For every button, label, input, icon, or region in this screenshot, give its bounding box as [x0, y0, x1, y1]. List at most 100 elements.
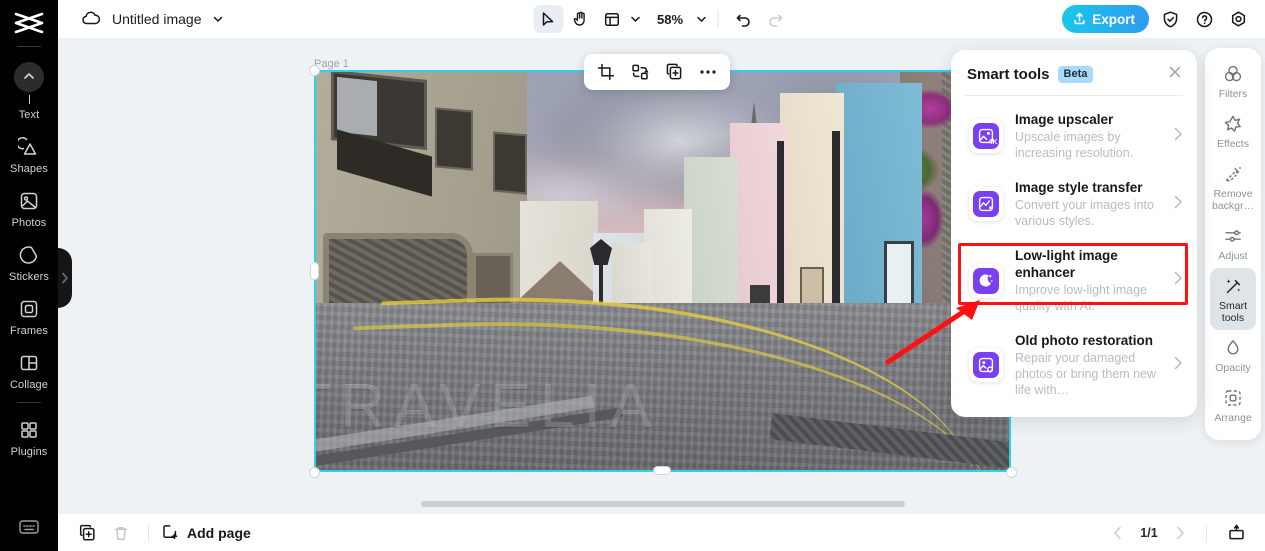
- layout-panel-icon: [597, 5, 627, 33]
- sidebar-item-photos[interactable]: Photos: [0, 182, 58, 236]
- shield-check-icon[interactable]: [1157, 6, 1183, 32]
- smart-tool-image-upscaler[interactable]: 4K Image upscaler Upscale images by incr…: [951, 102, 1197, 170]
- right-tool-opacity[interactable]: Opacity: [1210, 330, 1256, 380]
- image-watermark: TRAVELIA: [315, 372, 661, 441]
- sidebar-item-stickers[interactable]: Stickers: [0, 236, 58, 290]
- next-page-button[interactable]: [1168, 521, 1192, 545]
- undo-button[interactable]: [728, 5, 758, 33]
- right-tool-label: Remove backgr…: [1211, 188, 1254, 212]
- panel-divider: [965, 95, 1183, 96]
- sidebar-item-label: Plugins: [10, 446, 48, 458]
- resize-handle-top-left[interactable]: [309, 65, 320, 76]
- window: [435, 107, 473, 171]
- chevron-down-icon[interactable]: [212, 13, 224, 25]
- smart-tool-text: Low-light image enhancer Improve low-lig…: [1015, 247, 1161, 314]
- select-tool-button[interactable]: [532, 5, 563, 33]
- crop-button[interactable]: [590, 58, 622, 86]
- resize-handle-left[interactable]: [310, 262, 319, 280]
- topbar-tools-group: 58%: [532, 5, 790, 33]
- hand-tool-button[interactable]: [565, 5, 595, 33]
- stickers-icon: [17, 243, 41, 267]
- keyboard-shortcuts-button[interactable]: [0, 518, 58, 541]
- right-tool-label: Arrange: [1214, 412, 1252, 424]
- text-icon: [14, 62, 44, 92]
- right-tool-adjust[interactable]: Adjust: [1210, 218, 1256, 268]
- artboard[interactable]: TRAVELIA: [315, 71, 1010, 471]
- smart-tool-low-light-image-enhancer[interactable]: Low-light image enhancer Improve low-lig…: [951, 238, 1197, 323]
- bottom-divider: [148, 523, 149, 542]
- sidebar-item-label: Collage: [9, 379, 48, 391]
- duplicate-page-button[interactable]: [72, 519, 102, 547]
- horizontal-scrollbar[interactable]: [421, 501, 905, 507]
- right-tool-label: Opacity: [1215, 362, 1251, 374]
- smart-tool-image-style-transfer[interactable]: Image style transfer Convert your images…: [951, 170, 1197, 238]
- sidebar-item-label: Stickers: [9, 271, 49, 283]
- right-tool-remove-background[interactable]: Remove backgr…: [1210, 156, 1256, 218]
- right-tool-arrange[interactable]: Arrange: [1210, 380, 1256, 430]
- smart-tools-header: Smart tools Beta: [951, 50, 1197, 95]
- topbar-right-group: Export: [1062, 5, 1251, 33]
- sidebar-item-shapes[interactable]: Shapes: [0, 128, 58, 182]
- sidebar-collapse-handle[interactable]: [58, 248, 72, 308]
- right-tool-label: Filters: [1218, 88, 1248, 100]
- photo-restore-icon: [969, 348, 1003, 382]
- right-tool-label: Smart tools: [1218, 300, 1247, 324]
- flip-rotate-button[interactable]: [624, 58, 656, 86]
- settings-gear-icon[interactable]: [1225, 6, 1251, 32]
- add-page-button[interactable]: Add page: [161, 522, 251, 543]
- smart-tool-old-photo-restoration[interactable]: Old photo restoration Repair your damage…: [951, 323, 1197, 407]
- sidebar-item-text[interactable]: Text: [0, 55, 58, 128]
- redo-button[interactable]: [760, 5, 790, 33]
- smart-tool-text: Old photo restoration Repair your damage…: [1015, 332, 1161, 398]
- zoom-level-value: 58%: [656, 11, 684, 27]
- export-button[interactable]: Export: [1062, 5, 1149, 33]
- chevron-right-icon: [1173, 195, 1185, 214]
- smart-tool-text: Image style transfer Convert your images…: [1015, 179, 1161, 229]
- toolbar-divider: [717, 10, 719, 28]
- duplicate-button[interactable]: [658, 58, 690, 86]
- sidebar-item-plugins[interactable]: Plugins: [0, 411, 58, 465]
- cloud-save-icon[interactable]: [80, 8, 102, 30]
- delete-page-button[interactable]: [106, 519, 136, 547]
- right-sidebar: Filters Effects Remove backgr… Adjust Sm…: [1205, 48, 1261, 440]
- resize-handle-bottom[interactable]: [653, 466, 671, 475]
- right-tool-effects[interactable]: Effects: [1210, 106, 1256, 156]
- image-style-transfer-icon: [969, 187, 1003, 221]
- smart-tools-panel: Smart tools Beta 4K Image upscaler Upsca…: [951, 50, 1197, 417]
- zoom-control[interactable]: 58%: [653, 12, 707, 27]
- right-tool-label: Adjust: [1218, 250, 1248, 262]
- right-tool-smart-tools[interactable]: Smart tools: [1210, 268, 1256, 330]
- rail-divider-bottom: [17, 402, 41, 403]
- prev-page-button[interactable]: [1106, 521, 1130, 545]
- present-button[interactable]: [1221, 519, 1251, 547]
- resize-handle-bottom-left[interactable]: [309, 467, 320, 478]
- plugins-icon: [17, 418, 41, 442]
- chevron-down-icon[interactable]: [629, 13, 641, 25]
- right-tool-filters[interactable]: Filters: [1210, 56, 1256, 106]
- bottom-left-group: Add page: [58, 519, 251, 547]
- smart-tool-name: Image upscaler: [1015, 112, 1114, 127]
- document-title[interactable]: Untitled image: [112, 11, 202, 27]
- close-icon[interactable]: [1167, 64, 1183, 85]
- canvas-image[interactable]: TRAVELIA: [315, 71, 1010, 471]
- sidebar-item-frames[interactable]: Frames: [0, 290, 58, 344]
- resize-handle-bottom-right[interactable]: [1006, 467, 1017, 478]
- chevron-down-icon[interactable]: [695, 13, 707, 25]
- more-options-button[interactable]: [692, 58, 724, 86]
- upload-icon: [1073, 11, 1086, 28]
- topbar-left-group: Untitled image: [58, 8, 224, 30]
- bottom-right-group: 1/1: [1106, 519, 1251, 547]
- capcut-logo-icon[interactable]: [0, 4, 58, 42]
- chevron-right-icon: [1173, 271, 1185, 290]
- window: [493, 131, 527, 195]
- bottom-toolbar: Add page 1/1: [58, 513, 1265, 551]
- smart-tool-name: Old photo restoration: [1015, 333, 1153, 348]
- effects-star-icon: [1222, 113, 1244, 135]
- photos-icon: [17, 189, 41, 213]
- shapes-icon: [17, 135, 41, 159]
- sidebar-item-collage[interactable]: Collage: [0, 344, 58, 398]
- image-upscale-4k-icon: 4K: [969, 119, 1003, 153]
- layout-tool-button[interactable]: [597, 5, 641, 33]
- help-question-icon[interactable]: [1191, 6, 1217, 32]
- frames-icon: [17, 297, 41, 321]
